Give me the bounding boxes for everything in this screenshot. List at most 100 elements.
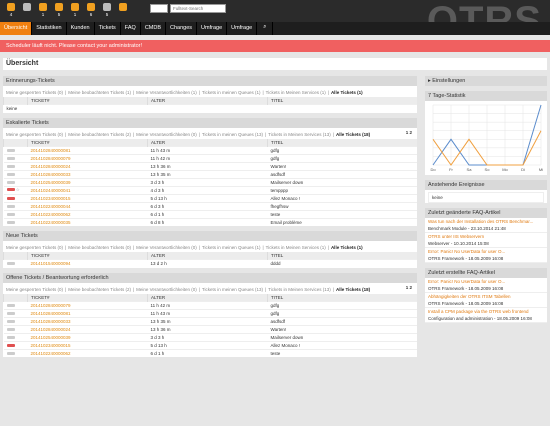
nav-item[interactable]: Übersicht (0, 22, 33, 35)
table-row[interactable]: 2014102840000081 11 h 43 m gdfg (3, 145, 417, 154)
table-row[interactable]: 2014102540000039 3 d 3 h Mailserver down (3, 177, 417, 186)
ticket-number-link[interactable]: 2014102440000041 (27, 185, 148, 194)
ticket-number-link[interactable]: 2014102240000062 (27, 209, 148, 218)
nav-item[interactable]: Changes (166, 22, 198, 35)
nav-item[interactable]: Kunden (67, 22, 95, 35)
col-age[interactable]: ALTER (147, 97, 268, 105)
table-row[interactable]: 2014102540000039 3 d 3 h Mailserver down (3, 332, 417, 341)
filter-tab[interactable]: Meine Verantwortlichkeiten (0) (136, 245, 199, 250)
faq-article-link[interactable]: OTRS unter IIS Webservern (425, 233, 547, 240)
ticket-number-link[interactable]: 2014102340000015 (27, 340, 148, 349)
ticket-number-link[interactable]: 2014102840000033 (27, 169, 148, 178)
fulltext-search-input[interactable]: Fulltext-Search (170, 4, 226, 13)
filter-tab[interactable]: Meine gesperrten Tickets (0) (6, 287, 65, 292)
filter-tab[interactable]: Meine Verantwortlichkeiten (1) (136, 90, 199, 95)
nav-item[interactable]: FAQ (121, 22, 141, 35)
star-icon[interactable]: ☆ (15, 187, 20, 192)
faq-article-link[interactable]: Abhängigkeiten der OTRS ITSM Tabellen (425, 293, 547, 300)
filter-tab[interactable]: Meine Verantwortlichkeiten (0) (136, 287, 199, 292)
search-type-select[interactable] (150, 4, 168, 13)
ticket-number-link[interactable]: 2014101540000094 (27, 259, 148, 268)
ticket-number-link[interactable]: 2014102840000081 (27, 145, 148, 154)
filter-tab[interactable]: Tickets in meinen Queues (1) (202, 245, 263, 250)
table-row[interactable]: 2014102840000033 13 h 35 m asdfsdf (3, 169, 417, 178)
ticket-number-link[interactable]: 2014102340000015 (27, 193, 148, 202)
table-row[interactable]: 2014102840000079 11 h 42 m gdfg (3, 153, 417, 162)
table-row[interactable]: 2014101540000094 13 d 2 h dddd (3, 259, 417, 268)
filter-tab[interactable]: Meine gesperrten Tickets (0) (6, 90, 65, 95)
table-row[interactable]: 2014102340000015 5 d 13 h Allez Monaco ! (3, 340, 417, 349)
table-row[interactable]: 2014102840000024 13 h 36 m Warten! (3, 324, 417, 333)
toolbar-item[interactable]: 5 (100, 1, 114, 21)
toolbar-item[interactable]: 1 (68, 1, 82, 21)
filter-tab[interactable]: Tickets in Meinen Services (13) (268, 132, 333, 137)
filter-tab[interactable]: Meine beobachteten Tickets (0) (68, 245, 133, 250)
faq-article-link[interactable]: Error: Panic! No UserData for user O... (425, 248, 547, 255)
toolbar-item[interactable] (20, 1, 34, 21)
toolbar-item[interactable] (116, 1, 130, 21)
pagination[interactable]: 1 2 (406, 285, 414, 290)
settings-widget[interactable]: ▸ Einstellungen (425, 76, 547, 86)
col-age[interactable]: ALTER (147, 293, 268, 301)
filter-tab[interactable]: Meine beobachteten Tickets (1) (68, 90, 133, 95)
col-ticket-number[interactable]: TICKET# (27, 252, 148, 260)
ticket-number-link[interactable]: 2014102840000081 (27, 308, 148, 317)
col-ticket-number[interactable]: TICKET# (27, 97, 148, 105)
col-age[interactable]: ALTER (147, 252, 268, 260)
filter-tab[interactable]: Alle Tickets (1) (331, 245, 365, 250)
filter-tab[interactable]: Alle Tickets (18) (336, 132, 372, 137)
ticket-number-link[interactable]: 2014102240000062 (27, 348, 148, 357)
filter-tab[interactable]: Tickets in meinen Queues (1) (202, 90, 263, 95)
filter-tab[interactable]: Meine gesperrten Tickets (0) (6, 132, 65, 137)
nav-item[interactable]: Statistiken (32, 22, 67, 35)
ticket-number-link[interactable]: 2014102840000079 (27, 300, 148, 309)
filter-tab[interactable]: Tickets in meinen Queues (13) (202, 287, 265, 292)
table-row[interactable]: ☆ 2014102440000041 4 d 3 h tempppp (3, 185, 417, 194)
col-title[interactable]: TITEL (267, 138, 417, 146)
col-ticket-number[interactable]: TICKET# (27, 138, 148, 146)
toolbar-item[interactable]: 5 (52, 1, 66, 21)
table-row[interactable]: 2014102840000024 13 h 36 m Warten! (3, 161, 417, 170)
filter-tab[interactable]: Meine Verantwortlichkeiten (0) (136, 132, 199, 137)
filter-tab[interactable]: Alle Tickets (18) (336, 287, 372, 292)
ticket-number-link[interactable]: 2014102240000035 (27, 217, 148, 226)
toolbar-item[interactable]: 4 (4, 1, 18, 21)
nav-item[interactable]: Umfrage (197, 22, 228, 35)
nav-item[interactable]: Umfrage (227, 22, 258, 35)
ticket-number-link[interactable]: 2014102540000039 (27, 177, 148, 186)
col-ticket-number[interactable]: TICKET# (27, 293, 148, 301)
table-row[interactable]: 2014102240000044 6 d 3 h fhegfhsw (3, 201, 417, 210)
faq-article-link[interactable]: Error: Panic! No UserData for user O... (425, 278, 547, 285)
col-title[interactable]: TITEL (267, 252, 417, 260)
filter-tab[interactable]: Tickets in Meinen Services (13) (268, 287, 333, 292)
toolbar-item[interactable]: 1 (36, 1, 50, 21)
search-icon[interactable]: ⌕ (257, 22, 274, 35)
pagination[interactable]: 1 2 (406, 130, 414, 135)
col-title[interactable]: TITEL (267, 97, 417, 105)
faq-article-link[interactable]: Install a CPM package via the OTRS web f… (425, 308, 547, 315)
nav-item[interactable]: CMDB (141, 22, 167, 35)
table-row[interactable]: 2014102840000079 11 h 42 m gdfg (3, 300, 417, 309)
toolbar-item[interactable]: 6 (84, 1, 98, 21)
ticket-number-link[interactable]: 2014102240000044 (27, 201, 148, 210)
table-row[interactable]: 2014102240000062 6 d 1 h teste (3, 209, 417, 218)
table-row[interactable]: 2014102240000062 6 d 1 h teste (3, 348, 417, 357)
ticket-number-link[interactable]: 2014102840000024 (27, 324, 148, 333)
filter-tab[interactable]: Tickets in Meinen Services (1) (266, 90, 328, 95)
filter-tab[interactable]: Tickets in meinen Queues (13) (202, 132, 265, 137)
ticket-number-link[interactable]: 2014102840000079 (27, 153, 148, 162)
col-title[interactable]: TITEL (267, 293, 417, 301)
filter-tab[interactable]: Meine gesperrten Tickets (0) (6, 245, 65, 250)
col-age[interactable]: ALTER (147, 138, 268, 146)
settings-toggle[interactable]: ▸ Einstellungen (425, 76, 547, 86)
ticket-number-link[interactable]: 2014102840000024 (27, 161, 148, 170)
filter-tab[interactable]: Alle Tickets (1) (331, 90, 365, 95)
filter-tab[interactable]: Tickets in Meinen Services (1) (266, 245, 328, 250)
nav-item[interactable]: Tickets (95, 22, 121, 35)
table-row[interactable]: 2014102240000035 6 d 8 h Email problème (3, 217, 417, 226)
ticket-number-link[interactable]: 2014102540000039 (27, 332, 148, 341)
ticket-number-link[interactable]: 2014102840000033 (27, 316, 148, 325)
faq-article-link[interactable]: Was tun nach der Installation des OTRS B… (425, 218, 547, 225)
table-row[interactable]: 2014102340000015 5 d 13 h Allez Monaco ! (3, 193, 417, 202)
filter-tab[interactable]: Meine beobachteten Tickets (2) (68, 287, 133, 292)
